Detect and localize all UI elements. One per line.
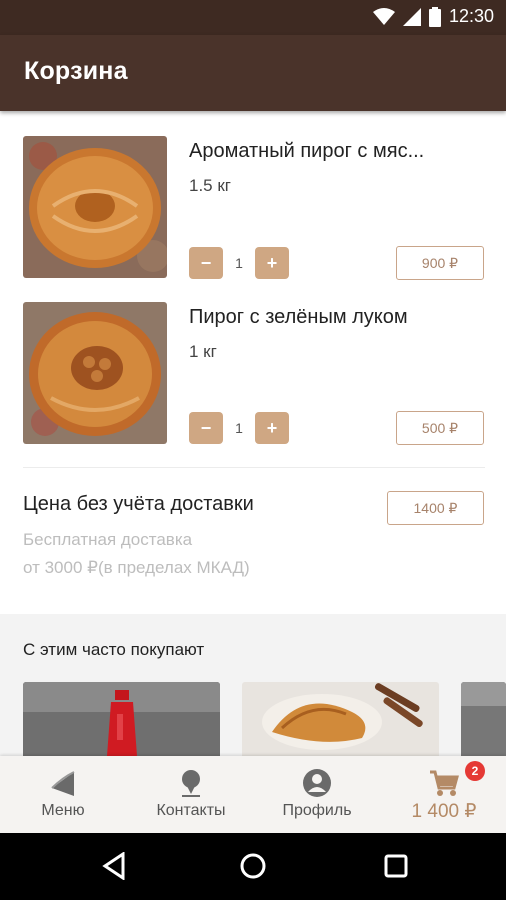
- product-image[interactable]: [23, 302, 167, 444]
- bottom-navigation: Меню Контакты Профиль 1 400 ₽ 2: [0, 756, 506, 833]
- product-image[interactable]: [23, 136, 167, 278]
- section-title: С этим часто покупают: [23, 640, 205, 659]
- product-card[interactable]: [242, 682, 439, 756]
- status-time: 12:30: [448, 6, 494, 26]
- total-price: 1400 ₽: [387, 491, 484, 525]
- decrease-quantity-button[interactable]: −: [189, 247, 223, 279]
- nav-contacts-label: Контакты: [156, 802, 226, 819]
- increase-quantity-button[interactable]: +: [255, 412, 289, 444]
- system-navigation-bar: [0, 833, 506, 900]
- decrease-quantity-button[interactable]: −: [189, 412, 223, 444]
- quantity-value: 1: [235, 420, 243, 436]
- status-bar: 12:30: [0, 0, 506, 35]
- product-card[interactable]: [461, 682, 506, 756]
- location-pin-icon: [182, 770, 200, 797]
- product-name[interactable]: Ароматный пирог с мяс...: [189, 140, 479, 163]
- nav-menu-label: Меню: [41, 802, 85, 819]
- product-price: 500 ₽: [396, 411, 484, 445]
- frequently-bought-section: С этим часто покупают: [0, 614, 506, 756]
- delivery-note-line2: от 3000 ₽(в пределах МКАД): [23, 558, 250, 577]
- product-name[interactable]: Пирог с зелёным луком: [189, 306, 479, 329]
- total-label: Цена без учёта доставки: [23, 493, 254, 515]
- shopping-cart-icon: [430, 770, 459, 796]
- page-title: Корзина: [24, 57, 128, 85]
- cart-item: Ароматный пирог с мяс... 1.5 кг − 1 + 90…: [0, 136, 506, 286]
- nav-cart[interactable]: 1 400 ₽ 2: [398, 756, 490, 833]
- recent-apps-icon[interactable]: [383, 853, 409, 879]
- profile-icon: [303, 769, 331, 797]
- battery-icon: [428, 6, 441, 27]
- delivery-note-line1: Бесплатная доставка: [23, 530, 193, 549]
- status-icons: 12:30: [372, 6, 494, 27]
- divider: [23, 467, 485, 468]
- product-weight: 1 кг: [189, 342, 217, 361]
- nav-cart-total: 1 400 ₽: [411, 801, 477, 822]
- nav-menu[interactable]: Меню: [22, 756, 104, 833]
- wifi-icon: [372, 7, 395, 25]
- nav-profile-label: Профиль: [282, 802, 352, 819]
- cart-count-badge: 2: [465, 761, 485, 781]
- signal-icon: [402, 7, 421, 26]
- cart-item: Пирог с зелёным луком 1 кг − 1 + 500 ₽: [0, 302, 506, 452]
- product-weight: 1.5 кг: [189, 176, 231, 195]
- nav-contacts[interactable]: Контакты: [143, 756, 239, 833]
- app-bar: Корзина: [0, 35, 506, 111]
- pie-slice-icon: [51, 771, 75, 796]
- increase-quantity-button[interactable]: +: [255, 247, 289, 279]
- nav-profile[interactable]: Профиль: [272, 756, 362, 833]
- product-card[interactable]: [23, 682, 220, 756]
- home-icon[interactable]: [239, 852, 267, 880]
- back-icon[interactable]: [101, 852, 127, 880]
- product-price: 900 ₽: [396, 246, 484, 280]
- quantity-value: 1: [235, 255, 243, 271]
